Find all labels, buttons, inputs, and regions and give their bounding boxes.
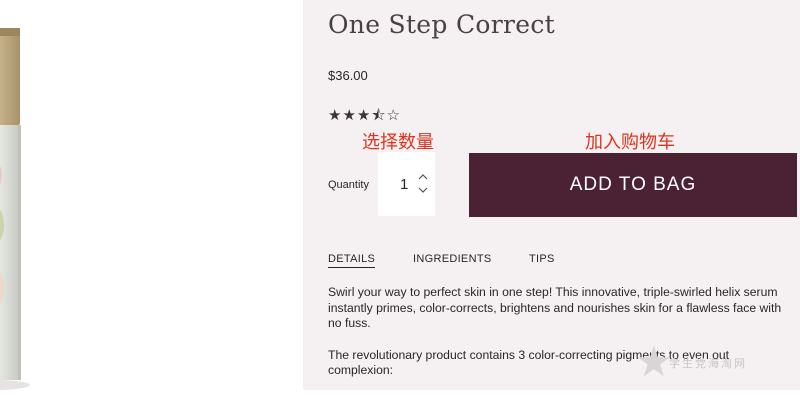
annotation-select-quantity: 选择数量: [362, 132, 434, 153]
star-rating[interactable]: ★★★⯪☆: [328, 105, 401, 130]
bottle-cap-rim: [0, 28, 20, 36]
add-to-bag-button[interactable]: ADD TO BAG: [469, 153, 797, 217]
tab-details[interactable]: DETAILS: [328, 253, 376, 268]
product-info-panel: One Step Correct $36.00 ★★★⯪☆ 选择数量 加入购物车…: [303, 0, 800, 390]
tab-tips[interactable]: TIPS: [529, 253, 555, 265]
tab-ingredients[interactable]: INGREDIENTS: [413, 253, 491, 265]
product-bottle: [0, 0, 30, 390]
description-paragraph: Swirl your way to perfect skin in one st…: [328, 285, 782, 330]
product-image: [0, 0, 300, 400]
bottle-cap: [0, 30, 20, 125]
quantity-stepper[interactable]: 1: [378, 152, 435, 216]
chevron-up-icon[interactable]: [416, 171, 430, 183]
chevron-down-icon[interactable]: [416, 185, 430, 197]
product-title: One Step Correct: [328, 10, 555, 39]
watermark-text: 学生党海淘网: [669, 358, 747, 370]
star-icon: ★: [635, 338, 673, 385]
bottle-edge: [18, 125, 21, 380]
annotation-add-to-cart: 加入购物车: [585, 132, 675, 153]
bottle-body: [0, 125, 18, 380]
bottle-shadow: [0, 380, 30, 390]
product-price: $36.00: [328, 68, 368, 83]
quantity-value[interactable]: 1: [400, 176, 408, 193]
watermark: ★ 学生党海淘网: [635, 338, 795, 386]
quantity-label: Quantity: [328, 179, 369, 191]
